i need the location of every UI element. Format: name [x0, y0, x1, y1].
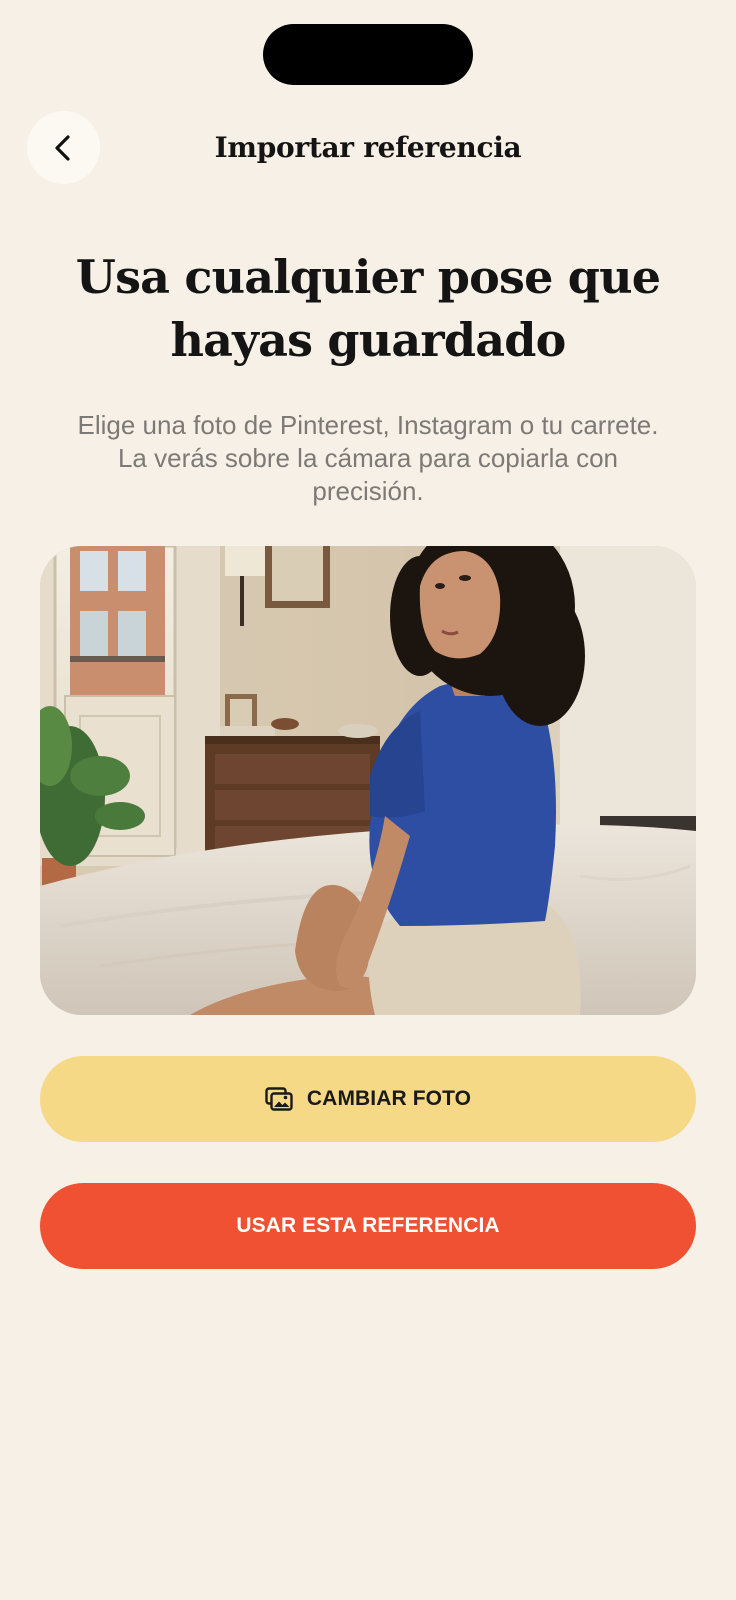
description-text: Elige una foto de Pinterest, Instagram o… — [77, 410, 659, 506]
reference-photo — [40, 546, 696, 1015]
use-reference-button[interactable]: USAR ESTA REFERENCIA — [40, 1183, 696, 1269]
reference-photo-illustration — [40, 546, 696, 1015]
use-reference-label: USAR ESTA REFERENCIA — [236, 1214, 500, 1237]
back-button[interactable] — [27, 111, 100, 184]
page-title: Importar referencia — [214, 131, 522, 164]
change-photo-button[interactable]: CAMBIAR FOTO — [40, 1056, 696, 1142]
dynamic-island — [263, 24, 473, 85]
headline: Usa cualquier pose que hayas guardado — [75, 250, 661, 367]
photo-gallery-icon — [265, 1087, 293, 1111]
change-photo-label: CAMBIAR FOTO — [306, 1087, 472, 1110]
chevron-left-icon — [49, 133, 79, 163]
